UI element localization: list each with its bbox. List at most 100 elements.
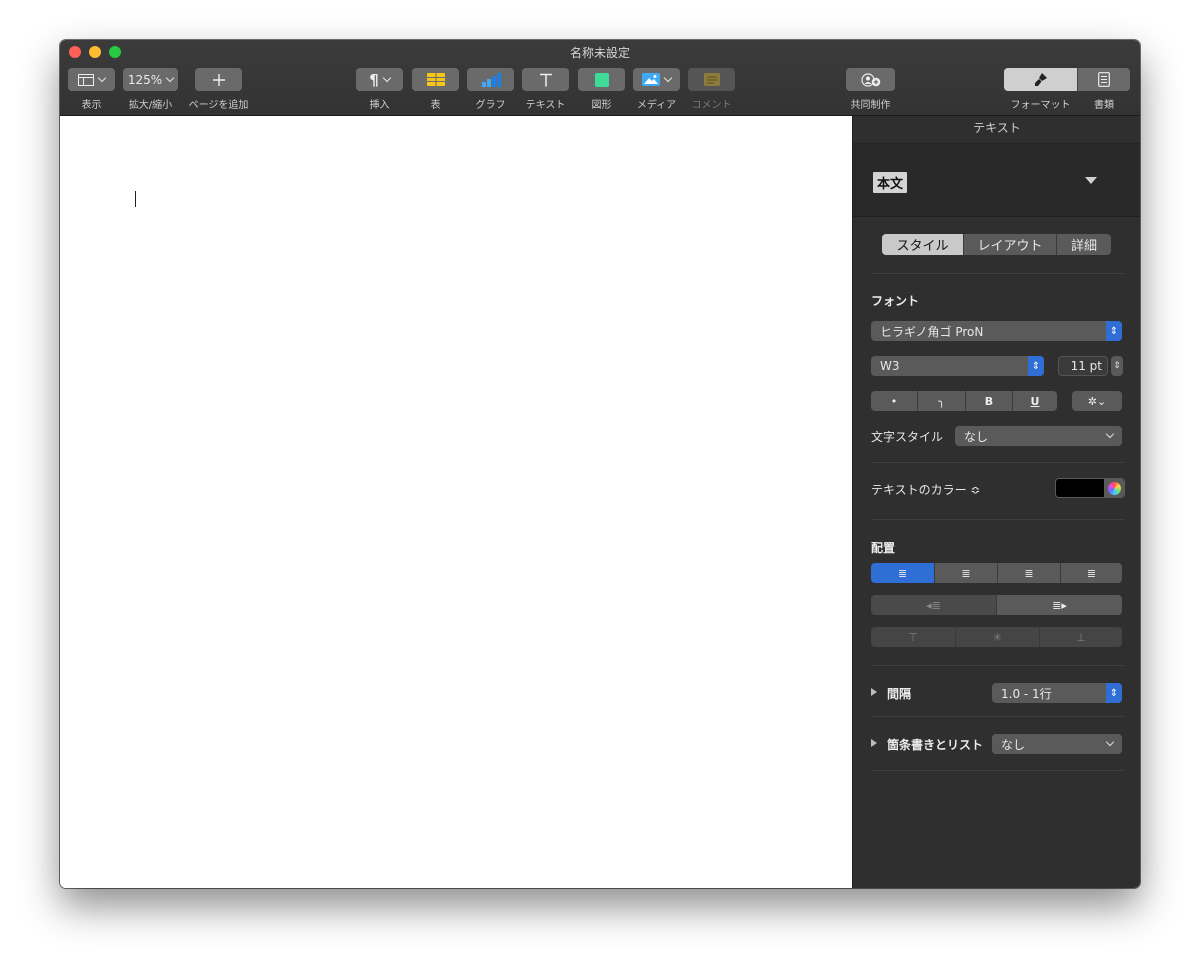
underline-button[interactable]: U <box>1012 391 1057 411</box>
italic-style-button[interactable]: ╮ <box>917 391 965 411</box>
char-style-label: 文字スタイル <box>871 430 944 444</box>
format-sidebar: テキスト 本文 スタイル レイアウト 詳細 フォント ヒラギノ角ゴ ProN ⇕… <box>852 116 1140 888</box>
paragraph-style-selector[interactable]: 本文 <box>853 144 1140 217</box>
inspector-toggle <box>1004 68 1130 91</box>
text-style-buttons: • ╮ B U <box>871 391 1057 411</box>
chart-label: グラフ <box>475 100 506 111</box>
font-name-popup[interactable]: ヒラギノ角ゴ ProN ⇕ <box>871 321 1122 341</box>
updown-arrows-icon: ⇕ <box>1106 683 1122 703</box>
align-middle-icon[interactable]: ✳ <box>955 627 1039 647</box>
bullet-style-button[interactable]: • <box>871 391 917 411</box>
view-label: 表示 <box>81 100 102 111</box>
table-icon <box>426 73 445 86</box>
media-button[interactable] <box>633 68 680 91</box>
spacing-popup[interactable]: 1.0 - 1行 ⇕ <box>992 683 1122 703</box>
gear-icon: ✲⌄ <box>1072 391 1122 411</box>
triangle-down-icon <box>1085 177 1097 184</box>
toolbar: 名称未設定 表示 125% 拡大/縮小 ページを追加 ¶ 挿入 表 グラフ テキ… <box>60 40 1140 116</box>
divider <box>871 462 1124 463</box>
document-canvas[interactable] <box>60 116 852 888</box>
insert-button[interactable]: ¶ <box>356 68 403 91</box>
chevron-down-icon <box>663 73 673 83</box>
divider <box>871 665 1124 666</box>
comment-icon <box>703 73 720 86</box>
text-options-menu[interactable]: ✲⌄ <box>1072 391 1122 411</box>
updown-arrows-icon: ⇕ <box>1106 321 1122 341</box>
zoom-button[interactable]: 125% <box>123 68 178 91</box>
bold-button[interactable]: B <box>965 391 1012 411</box>
align-right-icon[interactable]: ≣ <box>997 563 1060 583</box>
add-page-button[interactable] <box>195 68 242 91</box>
font-name-value: ヒラギノ角ゴ ProN <box>880 324 984 339</box>
chevron-down-icon <box>382 73 392 83</box>
font-size-value: 11 pt <box>1070 359 1102 373</box>
add-page-label: ページを追加 <box>188 100 249 111</box>
font-size-field[interactable]: 11 pt <box>1058 356 1108 376</box>
align-left-icon[interactable]: ≣ <box>871 563 934 583</box>
text-label: テキスト <box>525 100 566 111</box>
media-label: メディア <box>636 100 677 111</box>
font-section-title: フォント <box>871 294 920 308</box>
bullets-label[interactable]: 箇条書きとリスト <box>887 736 983 753</box>
collaborate-label: 共同制作 <box>850 100 891 111</box>
shape-label: 図形 <box>591 100 612 111</box>
increase-indent-icon[interactable]: ≣▸ <box>996 595 1122 615</box>
chevron-down-icon <box>1105 429 1115 439</box>
format-label: フォーマット <box>1010 100 1071 111</box>
comment-button[interactable] <box>688 68 735 91</box>
updown-arrows-icon: ⇕ <box>1028 356 1044 376</box>
char-style-value: なし <box>964 429 989 444</box>
media-icon <box>642 73 660 86</box>
disclosure-triangle-icon[interactable] <box>871 739 877 747</box>
text-button[interactable] <box>522 68 569 91</box>
view-button[interactable] <box>68 68 115 91</box>
window-title: 名称未設定 <box>569 46 630 60</box>
color-wheel-icon[interactable] <box>1104 479 1124 497</box>
collaborate-icon <box>860 72 880 87</box>
text-color-well[interactable] <box>1055 478 1125 498</box>
comment-label: コメント <box>691 100 732 111</box>
table-button[interactable] <box>412 68 459 91</box>
chevron-down-icon <box>97 73 107 83</box>
shape-button[interactable] <box>578 68 625 91</box>
bullets-value: なし <box>1001 737 1026 752</box>
alignment-section-title: 配置 <box>871 541 896 555</box>
document-icon <box>1098 72 1110 87</box>
sidebar-tabs: スタイル レイアウト 詳細 <box>882 234 1111 255</box>
tab-detail[interactable]: 詳細 <box>1056 234 1111 255</box>
char-style-popup[interactable]: なし <box>955 426 1122 446</box>
paintbrush-icon <box>1034 72 1047 86</box>
tab-style[interactable]: スタイル <box>882 234 963 255</box>
align-bottom-icon[interactable]: ⊥ <box>1039 627 1122 647</box>
disclosure-triangle-icon[interactable] <box>871 688 877 696</box>
document-button[interactable] <box>1077 68 1130 91</box>
text-color-label[interactable]: テキストのカラー ≎ <box>871 481 981 498</box>
font-weight-popup[interactable]: W3 ⇕ <box>871 356 1044 376</box>
paragraph-icon: ¶ <box>369 70 379 89</box>
font-size-stepper[interactable]: ⇕ <box>1111 356 1123 376</box>
divider <box>871 770 1124 771</box>
spacing-value: 1.0 - 1行 <box>1001 686 1052 701</box>
align-top-icon[interactable]: ⊤ <box>871 627 955 647</box>
insert-label: 挿入 <box>369 100 390 111</box>
decrease-indent-icon[interactable]: ◂≣ <box>871 595 996 615</box>
chart-button[interactable] <box>467 68 514 91</box>
chart-icon <box>481 72 501 87</box>
bullets-popup[interactable]: なし <box>992 734 1122 754</box>
divider <box>871 273 1124 274</box>
document-label: 書類 <box>1094 100 1114 111</box>
vertical-alignment: ⊤ ✳ ⊥ <box>871 627 1122 647</box>
plus-icon <box>212 73 225 86</box>
spacing-label[interactable]: 間隔 <box>887 685 911 702</box>
sidebar-header: テキスト <box>853 116 1140 144</box>
collaborate-button[interactable] <box>846 68 895 91</box>
tab-layout[interactable]: レイアウト <box>963 234 1056 255</box>
table-label: 表 <box>430 100 441 111</box>
align-justify-icon[interactable]: ≣ <box>1060 563 1122 583</box>
shape-icon <box>594 72 609 87</box>
divider <box>871 716 1124 717</box>
text-box-icon <box>539 73 552 86</box>
format-button[interactable] <box>1004 68 1077 91</box>
zoom-label: 拡大/縮小 <box>128 100 173 111</box>
align-center-icon[interactable]: ≣ <box>934 563 997 583</box>
